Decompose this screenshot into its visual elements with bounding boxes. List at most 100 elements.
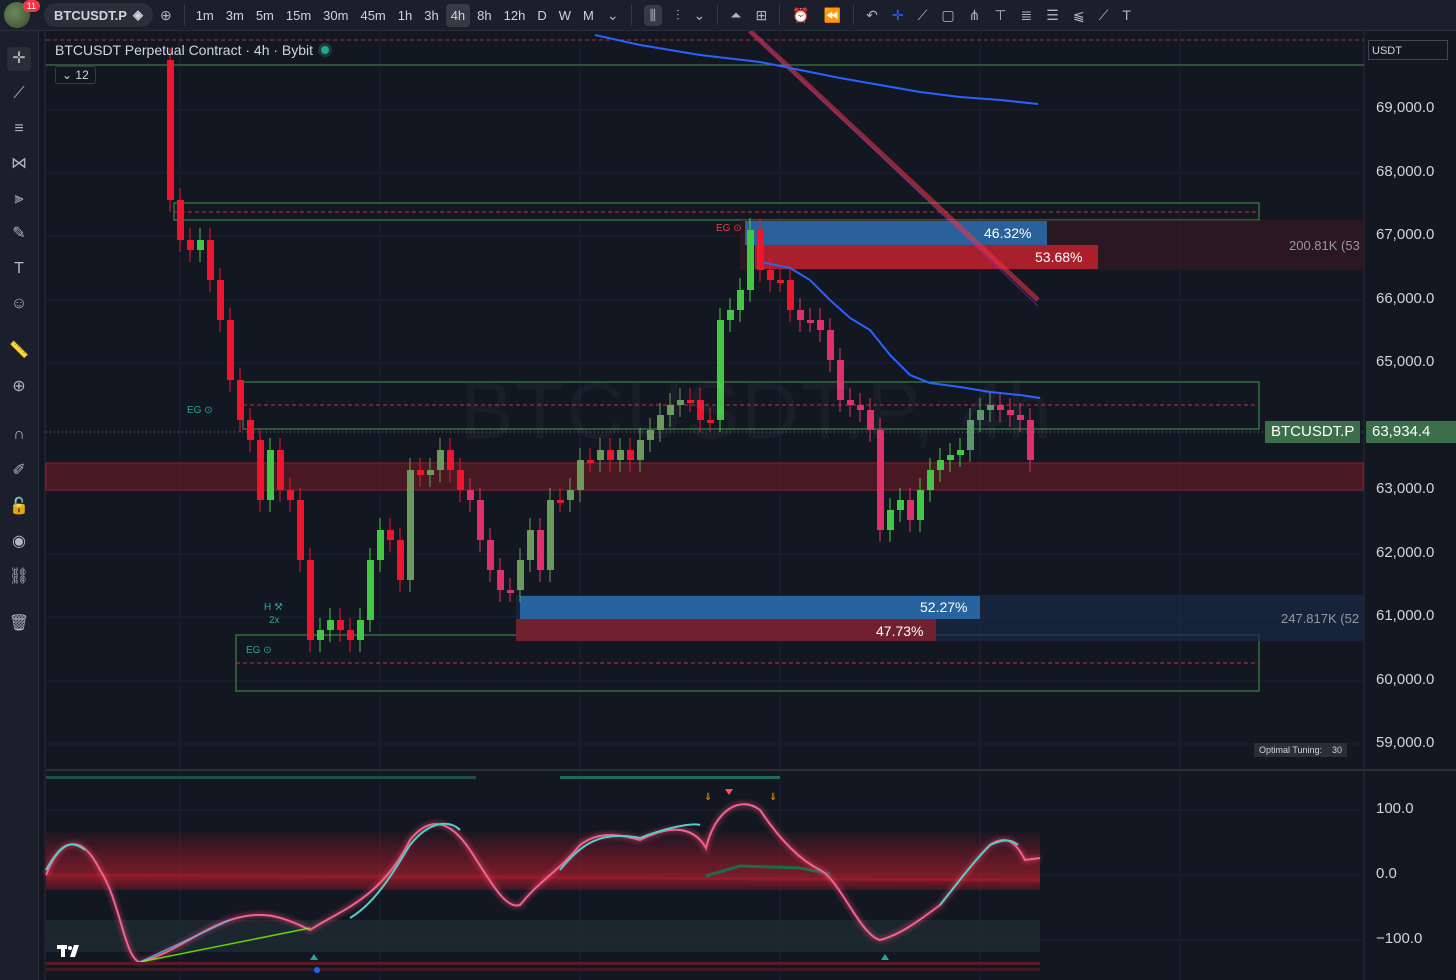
timeframe-8h[interactable]: 8h [472,4,496,27]
candle-body [217,280,224,320]
timeframe-30m[interactable]: 30m [318,4,353,27]
add-symbol-icon[interactable]: ⊕ [160,7,172,24]
candle-body [577,460,584,490]
candle-body [557,500,564,503]
timeframe-m[interactable]: M [578,4,599,27]
candle-body [787,280,794,310]
tradingview-logo-icon[interactable] [57,943,85,959]
timeframe-45m[interactable]: 45m [355,4,390,27]
brush-tool-icon[interactable]: ⟋ [1099,7,1109,24]
divider [779,5,781,25]
fib-icon[interactable]: ≡ [7,117,31,141]
symbol-search-button[interactable]: BTCUSDT.P ◈ [44,3,153,27]
lower-buy-percent: 52.27% [920,599,968,615]
candle-body [507,590,514,593]
emoji-icon[interactable]: ☺ [7,292,31,316]
eye-icon[interactable]: ◉ [7,530,31,554]
chevron-down-icon[interactable]: ⌄ [607,7,619,24]
gann-icon[interactable]: ⊤ [994,7,1006,24]
candle-body [377,530,384,560]
text-tool-icon[interactable]: T [1122,7,1131,23]
pattern-icon[interactable]: ⋈ [7,152,31,176]
candle-body [597,450,604,460]
red-resistance-band[interactable] [45,462,1364,491]
avatar[interactable]: 11 [4,0,40,28]
trend-line-icon[interactable]: ⟋ [7,82,31,106]
templates-icon[interactable]: ⊞ [755,7,767,24]
candle-body [937,460,944,470]
magnet-icon[interactable]: ∩ [7,423,31,447]
timeframe-d[interactable]: D [532,4,551,27]
candle-body [767,270,774,280]
timeframe-5m[interactable]: 5m [251,4,279,27]
indicators-count: 12 [75,68,89,82]
candle-body [517,560,524,590]
crosshair-icon[interactable]: ✛ [7,47,31,71]
timeframe-1h[interactable]: 1h [393,4,417,27]
candle-body [457,470,464,490]
price-chart[interactable]: ⇓ ⇓ [39,31,1456,980]
upper-sell-percent: 53.68% [1035,249,1083,265]
cross-icon[interactable]: ✛ [892,7,904,24]
lock-icon[interactable]: 🔓 [7,495,31,519]
price-axis-label: 61,000.0 [1376,607,1435,624]
indicators-icon[interactable]: ⏶ [730,7,741,24]
eg-marker-low: EG ⊙ [246,645,272,656]
candle-body [757,230,764,270]
brush-icon[interactable]: ✎ [7,222,31,246]
divider [630,5,632,25]
replay-icon[interactable]: ⏪ [824,7,841,24]
bar-style-icon[interactable]: ⫶ [676,7,680,24]
rect-icon[interactable]: ▢ [941,7,954,24]
text-icon[interactable]: T [7,257,31,281]
alert-icon[interactable]: ⏰ [792,7,809,24]
lower-buy-zone[interactable] [520,596,980,619]
candle-body [237,380,244,420]
timeframe-4h[interactable]: 4h [445,3,471,27]
candle-body [887,510,894,530]
candle-body [647,430,654,440]
candle-body [947,455,954,460]
timeframe-3m[interactable]: 3m [221,4,249,27]
candle-body [207,240,214,280]
trash-icon[interactable]: 🗑 [7,612,31,636]
oscillator-axis-label: 0.0 [1376,865,1397,882]
candle-body [867,410,874,430]
candle-body [277,450,284,490]
market-status-dot [321,46,330,54]
timeframe-1m[interactable]: 1m [191,4,219,27]
candle-body [397,540,404,580]
timeframe-12h[interactable]: 12h [499,4,531,27]
chart-legend[interactable]: BTCUSDT Perpetual Contract · 4h · Bybit [55,42,330,58]
candle-body [617,450,624,460]
candle-body [827,330,834,360]
timeframe-3h[interactable]: 3h [419,4,443,27]
candle-body [297,500,304,560]
undo-icon[interactable]: ↶ [866,7,878,24]
pitchfork-icon[interactable]: ⋔ [969,7,981,24]
fib-tool-icon[interactable]: ≣ [1021,7,1033,24]
candle-body [447,450,454,470]
ruler-icon[interactable]: 📏 [7,339,31,363]
link-icon[interactable]: ⛓ [7,565,31,589]
lock-drawing-icon[interactable]: ✐ [7,459,31,483]
level-icon[interactable]: ☰ [1046,7,1059,24]
optimal-tuning-badge: Optimal Tuning: 30 [1254,743,1348,757]
currency-select[interactable]: USDT [1368,40,1448,60]
candle-body [717,320,724,420]
candle-body [997,405,1004,410]
candle-body [477,500,484,540]
chevron-down-icon[interactable]: ⌄ [694,7,706,24]
indicators-collapse-button[interactable]: ⌄ 12 [55,66,96,84]
candle-body [347,630,354,640]
lower-sell-zone[interactable] [516,619,936,641]
line-tool-icon[interactable]: ⟋ [918,7,928,24]
timeframe-15m[interactable]: 15m [281,4,316,27]
zoom-icon[interactable]: ⊕ [7,375,31,399]
ray-icon[interactable]: ⫹ [1073,7,1085,24]
candle-style-icon[interactable]: ⫼ [643,4,663,26]
timeframe-w[interactable]: W [554,4,576,27]
prediction-icon[interactable]: ⫸ [7,187,31,211]
candle-body [227,320,234,380]
candle-body [197,240,204,250]
